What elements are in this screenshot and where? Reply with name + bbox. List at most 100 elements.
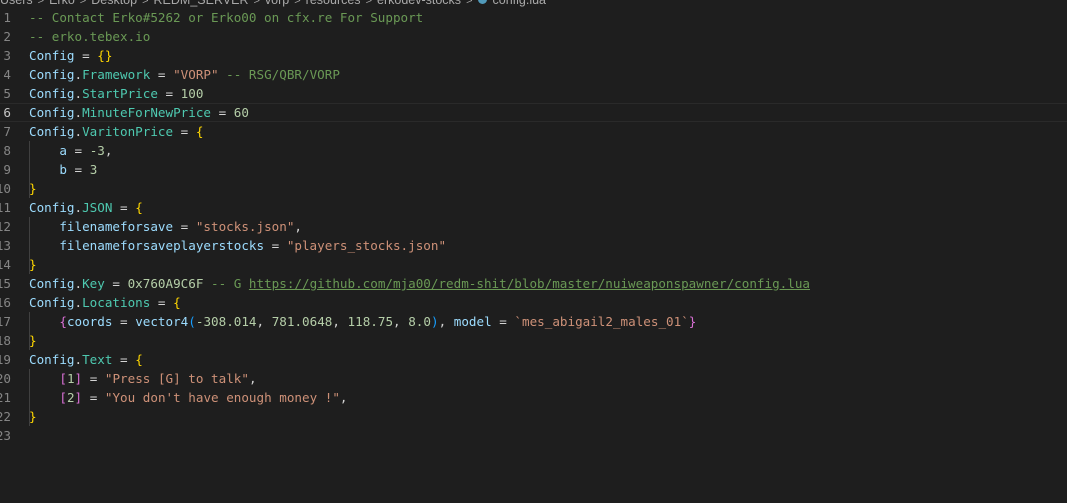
code-line[interactable]: 1 -- Contact Erko#5262 or Erko00 on cfx.r… — [0, 8, 1067, 27]
token-br2: [ — [59, 371, 67, 386]
code-line[interactable]: 13 filenameforsaveplayerstocks = "player… — [0, 236, 1067, 255]
code-line[interactable]: 22} — [0, 407, 1067, 426]
code-line[interactable]: 11 Config.JSON = { — [0, 198, 1067, 217]
token-op: . — [74, 276, 83, 291]
line-number: 11 — [0, 200, 11, 215]
indent-guide — [29, 312, 30, 350]
token-br1: } — [29, 333, 37, 348]
code-line[interactable]: 5 Config.StartPrice = 100 — [0, 84, 1067, 103]
token-op: = — [150, 295, 174, 310]
code-text: [1] = "Press [G] to talk", — [29, 369, 256, 388]
breadcrumb-item[interactable]: vorp — [265, 0, 289, 7]
token-op: , — [294, 219, 302, 234]
code-line[interactable]: 14} — [0, 255, 1067, 274]
code-line[interactable]: 19 Config.Text = { — [0, 350, 1067, 369]
token-str: "players_stocks.json" — [286, 238, 447, 253]
breadcrumb-item[interactable]: Erko — [49, 0, 75, 7]
token-op: , — [332, 314, 348, 329]
indent-guide — [29, 141, 30, 198]
code-line[interactable]: 6 Config.MinuteForNewPrice = 60 — [0, 103, 1067, 122]
code-text: Config.MinuteForNewPrice = 60 — [29, 103, 249, 122]
token-num: 3 — [89, 162, 98, 177]
lua-file-icon — [477, 0, 487, 4]
token-op: . — [74, 124, 83, 139]
code-text: Config.StartPrice = 100 — [29, 84, 203, 103]
token-op: = — [66, 162, 90, 177]
token-br1: } — [29, 409, 37, 424]
code-line[interactable]: 12 filenameforsave = "stocks.json", — [0, 217, 1067, 236]
code-text: a = -3, — [29, 141, 112, 160]
breadcrumb-separator: > — [294, 0, 301, 7]
breadcrumb-item[interactable]: resources — [306, 0, 361, 7]
breadcrumb-item[interactable]: Users — [0, 0, 33, 7]
code-text: Config.VaritonPrice = { — [29, 122, 203, 141]
token-var: model — [453, 314, 492, 329]
token-str: "You don't have enough money !" — [104, 390, 340, 405]
token-op — [29, 314, 59, 329]
indent-guide — [29, 369, 30, 426]
token-num: 0x760A9C6F — [127, 276, 204, 291]
code-line[interactable]: 20 [1] = "Press [G] to talk", — [0, 369, 1067, 388]
breadcrumb-separator: > — [37, 0, 45, 7]
token-op: . — [74, 105, 83, 120]
breadcrumb-item[interactable]: erkodev-stocks — [377, 0, 461, 7]
code-line[interactable]: 4 Config.Framework = "VORP" -- RSG/QBR/VO… — [0, 65, 1067, 84]
code-line[interactable]: 2 -- erko.tebex.io — [0, 27, 1067, 46]
token-br1: { — [135, 200, 143, 215]
token-num: 8.0 — [408, 314, 431, 329]
code-text: [2] = "You don't have enough money !", — [29, 388, 347, 407]
code-text: Config.Locations = { — [29, 293, 181, 312]
line-number: 15 — [0, 276, 11, 291]
code-text: b = 3 — [29, 160, 97, 179]
code-line[interactable]: 9 b = 3 — [0, 160, 1067, 179]
line-number: 2 — [3, 29, 11, 44]
token-op: , — [256, 314, 272, 329]
token-br3: ( — [188, 314, 196, 329]
line-number: 21 — [0, 390, 11, 405]
token-op: = — [112, 352, 136, 367]
token-link[interactable]: https://github.com/mja00/redm-shit/blob/… — [249, 276, 810, 291]
breadcrumb-item[interactable]: config.lua — [493, 0, 547, 7]
code-line[interactable]: 23 — [0, 426, 1067, 445]
token-br1: } — [29, 257, 37, 272]
code-line[interactable]: 17 {coords = vector4(-308.014, 781.0648,… — [0, 312, 1067, 331]
line-number: 7 — [3, 124, 11, 139]
token-op: , — [438, 314, 454, 329]
code-text: } — [29, 179, 37, 198]
token-op: . — [74, 200, 83, 215]
token-cm: -- RSG/QBR/VORP — [218, 67, 340, 82]
token-op: = — [74, 48, 98, 63]
token-op: = — [264, 238, 287, 253]
code-line[interactable]: 10} — [0, 179, 1067, 198]
code-text: {coords = vector4(-308.014, 781.0648, 11… — [29, 312, 696, 331]
token-var: filenameforsave — [59, 219, 174, 234]
breadcrumb-item[interactable]: Desktop — [91, 0, 137, 7]
token-prop: StartPrice — [82, 86, 158, 101]
token-op: = — [150, 67, 174, 82]
token-str: "stocks.json" — [195, 219, 295, 234]
code-text: } — [29, 407, 37, 426]
code-line[interactable]: 3 Config = {} — [0, 46, 1067, 65]
code-text: filenameforsave = "stocks.json", — [29, 217, 302, 236]
code-line[interactable]: 15 Config.Key = 0x760A9C6F -- G https://g… — [0, 274, 1067, 293]
code-line[interactable]: 16 Config.Locations = { — [0, 293, 1067, 312]
token-var: coords — [66, 314, 113, 329]
token-op: = — [112, 200, 136, 215]
token-num: -3 — [89, 143, 105, 158]
breadcrumb-separator: > — [142, 0, 149, 7]
token-op — [29, 371, 59, 386]
code-line[interactable]: 7 Config.VaritonPrice = { — [0, 122, 1067, 141]
code-line[interactable]: 21 [2] = "You don't have enough money !"… — [0, 388, 1067, 407]
breadcrumb-item[interactable]: REDM_SERVER — [154, 0, 249, 7]
code-line[interactable]: 8 a = -3, — [0, 141, 1067, 160]
code-text: Config.Framework = "VORP" -- RSG/QBR/VOR… — [29, 65, 340, 84]
code-editor[interactable]: 1 -- Contact Erko#5262 or Erko00 on cfx.r… — [0, 8, 1067, 503]
indent-guide — [29, 217, 30, 274]
token-op: = — [82, 371, 105, 386]
line-number: 4 — [3, 67, 11, 82]
code-line[interactable]: 18} — [0, 331, 1067, 350]
line-number: 9 — [3, 162, 11, 177]
token-op: = — [173, 124, 196, 139]
token-br1: {} — [97, 48, 113, 63]
token-prop: Text — [82, 352, 113, 367]
